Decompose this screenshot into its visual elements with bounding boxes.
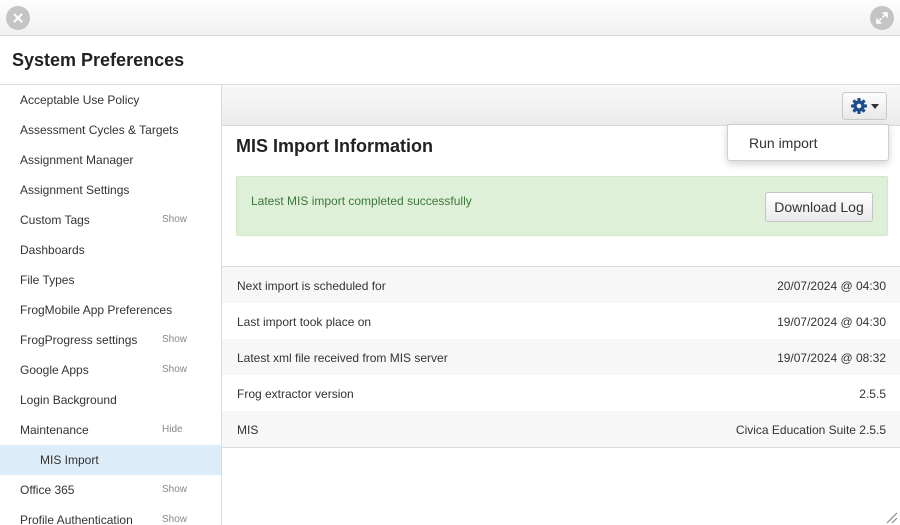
sidebar-item-label: Office 365 [20,483,75,497]
sidebar-item-label: Acceptable Use Policy [20,93,140,107]
table-row: Last import took place on 19/07/2024 @ 0… [222,303,900,339]
table-row: MIS Civica Education Suite 2.5.5 [222,411,900,447]
sidebar-item-label: FrogMobile App Preferences [20,303,173,317]
sidebar-item-label: File Types [20,273,75,287]
table-row: Next import is scheduled for 20/07/2024 … [222,267,900,303]
sidebar-item-label: Custom Tags [20,213,90,227]
sidebar-item-file-types[interactable]: File Types [0,265,221,295]
settings-menu-button[interactable] [842,92,887,120]
page-title: System Preferences [12,50,185,70]
sidebar-item-label: Login Background [20,393,117,407]
alert-message: Latest MIS import completed successfully [251,194,472,208]
sidebar-item-label: MIS Import [40,453,99,467]
expand-icon [876,12,888,24]
gear-icon [851,98,867,114]
sidebar-item-google-apps[interactable]: Google Apps Show [0,355,221,385]
row-label: Last import took place on [237,315,372,329]
window-top-bar [0,0,900,36]
sidebar-item-label: Profile Authentication [20,513,133,525]
sidebar-item-frogmobile[interactable]: FrogMobile App Preferences [0,295,221,325]
success-alert: Latest MIS import completed successfully… [236,176,888,236]
row-label: Latest xml file received from MIS server [237,351,448,365]
row-value: 20/07/2024 @ 04:30 [777,279,886,293]
close-button[interactable] [6,6,30,30]
sidebar-item-login-background[interactable]: Login Background [0,385,221,415]
sidebar-item-label: Google Apps [20,363,89,377]
row-label: Frog extractor version [237,387,354,401]
sidebar-item-mis-import[interactable]: MIS Import [0,445,221,475]
row-value: 19/07/2024 @ 08:32 [777,351,886,365]
sidebar-item-label: Assessment Cycles & Targets [20,123,179,137]
row-label: Next import is scheduled for [237,279,386,293]
import-info-table: Next import is scheduled for 20/07/2024 … [222,266,900,448]
content-toolbar [222,85,900,126]
sidebar-toggle-link[interactable]: Show [162,334,187,345]
sidebar-nav: Acceptable Use Policy Assessment Cycles … [0,85,222,525]
title-bar: System Preferences [0,36,900,85]
close-icon [13,13,23,23]
sidebar-item-acceptable-use-policy[interactable]: Acceptable Use Policy [0,85,221,115]
caret-down-icon [871,103,879,109]
sidebar-item-label: Maintenance [20,423,89,437]
sidebar-toggle-link[interactable]: Show [162,514,187,525]
sidebar-item-custom-tags[interactable]: Custom Tags Show [0,205,221,235]
resize-handle-icon[interactable] [884,510,898,524]
row-value: Civica Education Suite 2.5.5 [735,423,886,437]
row-value: 2.5.5 [859,387,886,401]
sidebar-item-maintenance[interactable]: Maintenance Hide [0,415,221,445]
sidebar-item-dashboards[interactable]: Dashboards [0,235,221,265]
sidebar-item-label: Assignment Manager [20,153,134,167]
run-import-menu-item[interactable]: Run import [749,135,817,151]
sidebar-item-label: FrogProgress settings [20,333,138,347]
sidebar-item-assignment-manager[interactable]: Assignment Manager [0,145,221,175]
sidebar-item-assessment-cycles[interactable]: Assessment Cycles & Targets [0,115,221,145]
download-log-button[interactable]: Download Log [765,192,873,222]
sidebar-item-profile-authentication[interactable]: Profile Authentication Show [0,505,221,525]
sidebar-toggle-link[interactable]: Show [162,214,187,225]
sidebar-item-assignment-settings[interactable]: Assignment Settings [0,175,221,205]
sidebar-item-label: Assignment Settings [20,183,130,197]
row-label: MIS [237,423,259,437]
settings-dropdown-menu: Run import [727,124,889,161]
row-value: 19/07/2024 @ 04:30 [777,315,886,329]
sidebar-item-label: Dashboards [20,243,85,257]
sidebar-toggle-link[interactable]: Show [162,364,187,375]
sidebar-item-frogprogress[interactable]: FrogProgress settings Show [0,325,221,355]
sidebar-item-office-365[interactable]: Office 365 Show [0,475,221,505]
sidebar-toggle-link[interactable]: Show [162,484,187,495]
sidebar-toggle-link[interactable]: Hide [162,424,183,435]
expand-button[interactable] [870,6,894,30]
table-row: Latest xml file received from MIS server… [222,339,900,375]
table-row: Frog extractor version 2.5.5 [222,375,900,411]
section-title: MIS Import Information [236,136,433,156]
